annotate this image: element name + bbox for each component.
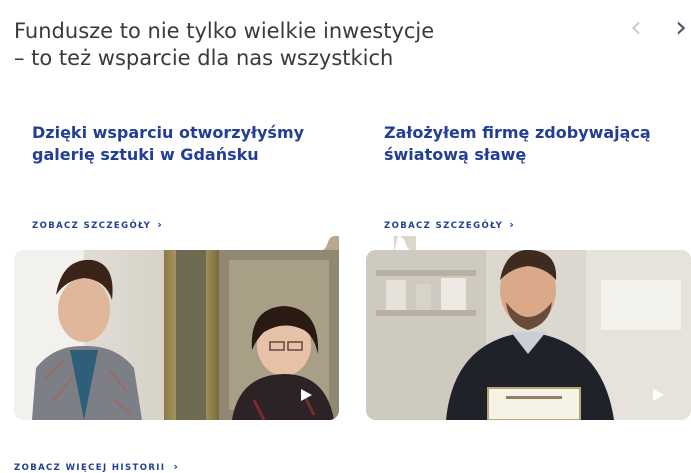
chevron-right-icon: ›	[173, 460, 178, 473]
see-more-stories-link[interactable]: ZOBACZ WIĘCEJ HISTORII ›	[14, 460, 178, 473]
see-details-link[interactable]: ZOBACZ SZCZEGÓŁY ›	[32, 218, 162, 231]
chevron-right-icon: ›	[509, 218, 514, 231]
story-card-title[interactable]: Dzięki wsparciu otworzyłyśmy galerię szt…	[14, 122, 339, 166]
see-details-link[interactable]: ZOBACZ SZCZEGÓŁY ›	[384, 218, 514, 231]
story-card-title-line2: światową sławę	[384, 145, 527, 164]
carousel-next-button[interactable]: ›	[669, 13, 691, 44]
see-details-label: ZOBACZ SZCZEGÓŁY	[384, 221, 504, 231]
section-title-line2: – to też wsparcie dla nas wszystkich	[14, 46, 394, 70]
see-details-label: ZOBACZ SZCZEGÓŁY	[32, 221, 152, 231]
chevron-right-icon: ›	[157, 218, 162, 231]
chevron-right-icon: ›	[675, 10, 687, 45]
gallery-owners-image	[14, 250, 339, 420]
company-founder-image	[366, 250, 691, 420]
carousel-prev-button[interactable]: ‹	[624, 13, 648, 44]
story-photo-company[interactable]	[366, 250, 691, 420]
chevron-left-icon: ‹	[630, 10, 642, 45]
section-title: Fundusze to nie tylko wielkie inwestycje…	[14, 18, 534, 72]
see-more-stories-label: ZOBACZ WIĘCEJ HISTORII	[14, 463, 166, 473]
story-card-title-line2: galerię sztuki w Gdańsku	[32, 145, 259, 164]
story-card-gallery: Dzięki wsparciu otworzyłyśmy galerię szt…	[14, 122, 339, 420]
story-card-title-line1: Założyłem firmę zdobywającą	[384, 123, 651, 142]
play-icon[interactable]	[651, 388, 665, 402]
play-icon[interactable]	[299, 388, 313, 402]
story-photo-gallery[interactable]	[14, 250, 339, 420]
story-card-company: Założyłem firmę zdobywającą światową sła…	[366, 122, 691, 420]
section-title-line1: Fundusze to nie tylko wielkie inwestycje	[14, 19, 435, 43]
story-card-title-line1: Dzięki wsparciu otworzyłyśmy	[32, 123, 305, 142]
story-card-title[interactable]: Założyłem firmę zdobywającą światową sła…	[366, 122, 691, 166]
